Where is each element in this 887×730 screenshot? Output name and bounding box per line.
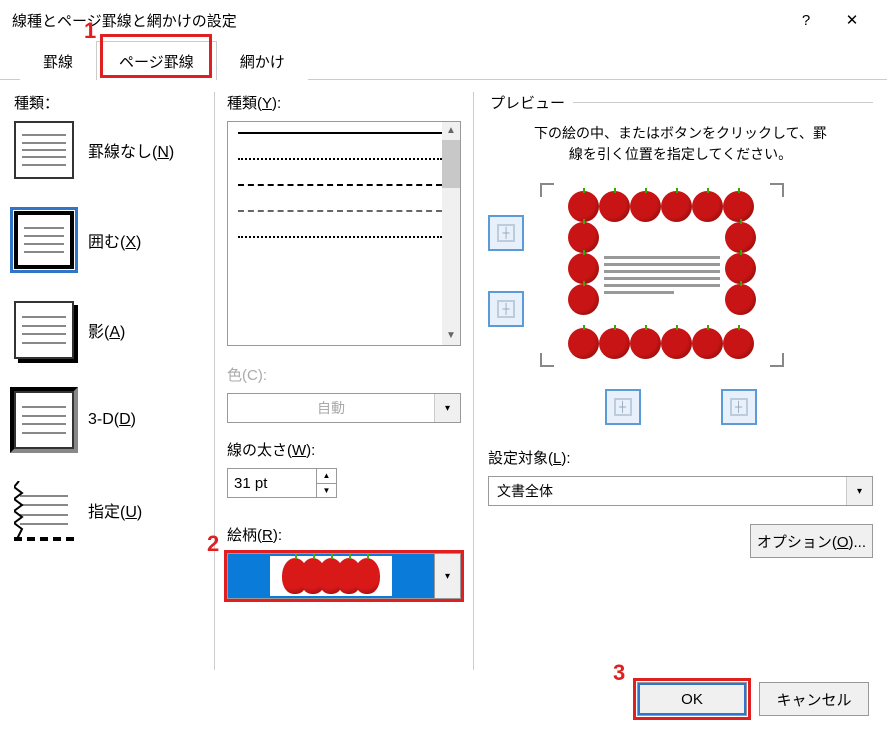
color-heading: 色(C): [227,364,461,385]
setting-shadow[interactable]: 影(A) [14,301,214,359]
chevron-down-icon[interactable]: ▾ [846,477,872,505]
zigzag-icon [14,481,24,539]
corner-mark [770,353,784,367]
tab-page-border[interactable]: ページ罫線 [96,41,217,80]
style-sparse-dot[interactable] [238,236,442,238]
chevron-down-icon[interactable]: ▾ [434,394,460,422]
titlebar: 線種とページ罫線と網かけの設定 ? ✕ [0,0,887,40]
setting-label: 囲む(X) [88,228,141,252]
bottom-edge-button[interactable]: ┼ [488,291,524,327]
style-dotted[interactable] [238,158,442,160]
options-button[interactable]: オプション(O)... [750,524,873,558]
art-combo[interactable]: ▾ [227,553,461,599]
preview-heading: プレビュー [488,92,573,113]
dialog-body: 種類： 罫線なし(N) 囲む(X) 影(A) 3-D(D) [0,80,887,670]
setting-label: 3-D(D) [88,411,136,429]
tab-label: ページ罫線 [119,54,194,71]
callout-number-2: 2 [207,531,219,557]
preview-column: プレビュー 下の絵の中、またはボタンをクリックして、罫線を引く位置を指定してくだ… [474,92,873,670]
preview-area: ┼ ┼ [488,185,873,365]
setting-label: 罫線なし(N) [88,138,174,162]
tab-label: 罫線 [43,54,73,71]
style-list-inner [228,122,460,248]
style-listbox[interactable]: ▲ ▼ [227,121,461,346]
left-edge-button[interactable]: ┼ [605,389,641,425]
preview-group: プレビュー [488,92,873,113]
tab-strip: 罫線 ページ罫線 網かけ 1 [0,40,887,80]
style-dashed[interactable] [238,184,442,186]
width-spinner[interactable]: 31 pt ▲▼ [227,468,337,498]
apply-to-combo[interactable]: 文書全体 ▾ [488,476,873,506]
style-dash-gap[interactable] [238,210,442,212]
setting-shadow-icon [14,301,74,359]
corner-mark [770,183,784,197]
setting-box-icon [14,211,74,269]
borders-shading-dialog: 線種とページ罫線と網かけの設定 ? ✕ 罫線 ページ罫線 網かけ 1 種類： 罫… [0,0,887,730]
setting-box[interactable]: 囲む(X) [14,211,214,269]
corner-mark [540,183,554,197]
chevron-down-icon[interactable]: ▾ [434,554,460,598]
art-heading: 絵柄(R): [227,524,461,545]
edge-icon: ┼ [730,398,748,416]
setting-3d[interactable]: 3-D(D) [14,391,214,449]
scroll-down-icon[interactable]: ▼ [442,327,460,345]
setting-label: 影(A) [88,318,125,342]
callout-number-3: 3 [613,660,625,686]
style-column: 種類(Y): ▲ ▼ 色(C): 自動 ▾ [214,92,474,670]
setting-custom[interactable]: 指定(U) [14,481,214,539]
tab-shading[interactable]: 網かけ [217,41,308,80]
scroll-up-icon[interactable]: ▲ [442,122,460,140]
ok-button[interactable]: OK [637,682,747,716]
cancel-button[interactable]: キャンセル [759,682,869,716]
scroll-thumb[interactable] [442,140,460,188]
setting-column: 種類： 罫線なし(N) 囲む(X) 影(A) 3-D(D) [14,92,214,670]
setting-label: 指定(U) [88,498,142,522]
right-edge-button[interactable]: ┼ [721,389,757,425]
bottom-edge-buttons: ┼ ┼ [488,389,873,425]
left-edge-buttons: ┼ ┼ [488,215,524,365]
edge-icon: ┼ [497,224,515,242]
width-value: 31 pt [228,469,316,497]
tab-label: 網かけ [240,54,285,71]
edge-icon: ┼ [497,300,515,318]
page-content-icon [604,227,720,323]
preview-hint: 下の絵の中、またはボタンをクリックして、罫線を引く位置を指定してください。 [528,123,833,165]
setting-3d-icon [14,391,74,449]
style-solid[interactable] [238,132,442,134]
dialog-footer: OK 3 キャンセル [0,682,887,730]
edge-icon: ┼ [614,398,632,416]
apply-value: 文書全体 [489,481,846,501]
setting-none-icon [14,121,74,179]
style-scrollbar[interactable]: ▲ ▼ [442,122,460,345]
width-heading: 線の太さ(W): [227,439,461,460]
help-button[interactable]: ? [783,4,829,36]
art-apples-icon [270,556,391,596]
setting-none[interactable]: 罫線なし(N) [14,121,214,179]
corner-mark [540,353,554,367]
apply-heading: 設定対象(L): [488,447,873,468]
spinner-down-icon[interactable]: ▼ [317,484,336,498]
setting-custom-icon [14,481,74,539]
dialog-title: 線種とページ罫線と網かけの設定 [12,10,783,31]
spinner-arrows: ▲▼ [316,469,336,497]
spinner-up-icon[interactable]: ▲ [317,469,336,484]
art-preview [228,554,434,598]
tab-borders[interactable]: 罫線 [20,41,96,80]
color-value: 自動 [228,398,434,418]
close-button[interactable]: ✕ [829,4,875,36]
preview-page[interactable] [562,185,762,365]
setting-heading: 種類： [14,92,214,113]
color-combo[interactable]: 自動 ▾ [227,393,461,423]
callout-number-1: 1 [84,18,96,44]
style-heading: 種類(Y): [227,92,461,113]
top-edge-button[interactable]: ┼ [488,215,524,251]
